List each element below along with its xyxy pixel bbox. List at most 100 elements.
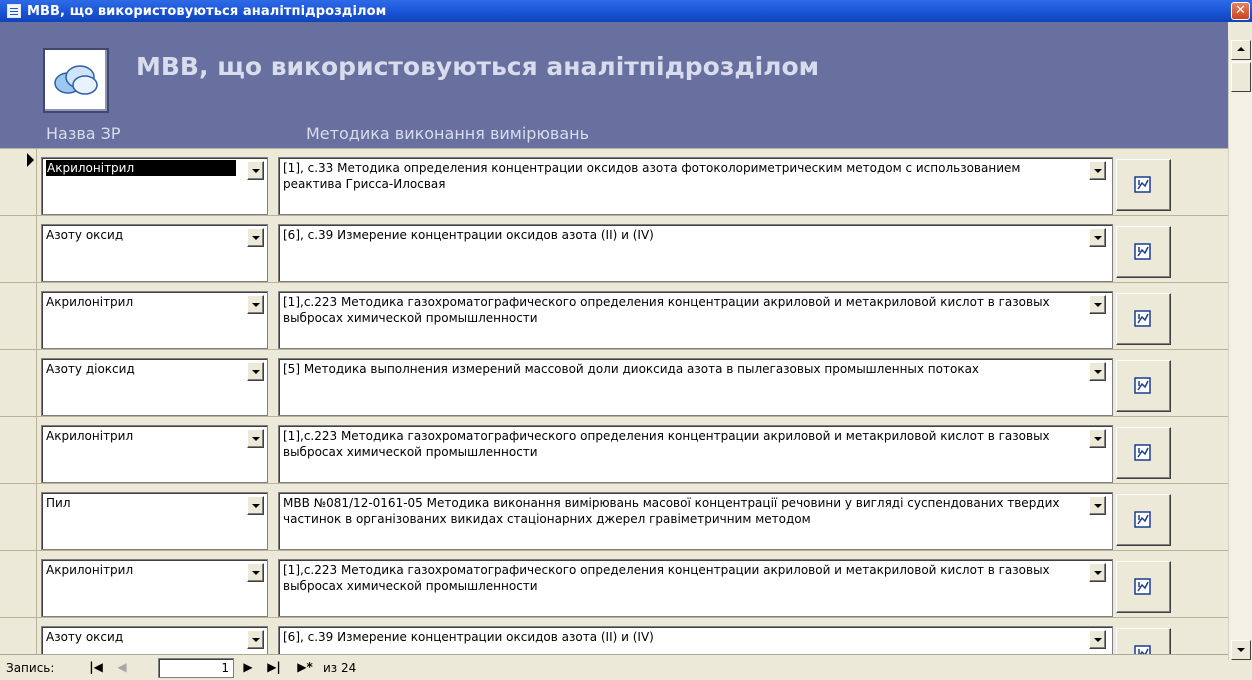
close-button[interactable]: ✕ <box>1231 2 1250 20</box>
new-record-button[interactable]: ▶* <box>292 658 318 678</box>
substance-combo[interactable]: Акрилонітрил <box>41 291 268 349</box>
report-icon <box>1134 578 1151 595</box>
column-header-method: Методика виконання вимірювань <box>306 124 590 143</box>
scroll-down-button[interactable] <box>1231 640 1251 660</box>
substance-value: Азоту діоксид <box>46 362 135 376</box>
open-report-button[interactable] <box>1116 226 1171 278</box>
record-row: Акрилонітрил [1],с.223 Методика газохром… <box>0 550 1228 617</box>
substance-dropdown-button[interactable] <box>247 295 264 314</box>
form-icon <box>7 4 21 18</box>
record-selector[interactable] <box>0 417 37 483</box>
record-count: из 24 <box>323 661 357 675</box>
form-title: МВВ, що використовуються аналітпідрозділ… <box>136 52 820 81</box>
method-value: [6], с.39 Измерение концентрации оксидов… <box>283 228 654 242</box>
report-icon <box>1134 243 1151 260</box>
open-report-button[interactable] <box>1116 427 1171 479</box>
record-selector[interactable] <box>0 149 37 215</box>
substance-dropdown-button[interactable] <box>247 563 264 582</box>
method-value: МВВ №081/12-0161-05 Методика виконання в… <box>283 496 1060 526</box>
previous-record-button[interactable]: ◀ <box>112 658 132 678</box>
method-combo[interactable]: [1],с.223 Методика газохроматографическо… <box>278 559 1113 617</box>
scroll-up-button[interactable] <box>1231 40 1251 60</box>
vertical-scrollbar[interactable] <box>1228 40 1252 660</box>
substance-value: Акрилонітрил <box>46 429 134 443</box>
method-combo[interactable]: [1], с.33 Методика определения концентра… <box>278 157 1113 215</box>
current-record-input[interactable]: 1 <box>158 658 234 678</box>
record-row: Акрилонітрил [1],с.223 Методика газохром… <box>0 282 1228 349</box>
open-report-button[interactable] <box>1116 628 1171 654</box>
open-report-button[interactable] <box>1116 159 1171 211</box>
substance-value: Пил <box>46 496 71 510</box>
method-value: [5] Методика выполнения измерений массов… <box>283 362 980 376</box>
open-report-button[interactable] <box>1116 561 1171 613</box>
record-selector[interactable] <box>0 484 37 550</box>
record-row: Азоту діоксид [5] Методика выполнения из… <box>0 349 1228 416</box>
scroll-thumb[interactable] <box>1231 62 1251 92</box>
record-row: Азоту оксид [6], с.39 Измерение концентр… <box>0 215 1228 282</box>
record-row: Акрилонітрил [1],с.223 Методика газохром… <box>0 416 1228 483</box>
record-selector[interactable] <box>0 350 37 416</box>
method-dropdown-button[interactable] <box>1089 429 1106 448</box>
substance-dropdown-button[interactable] <box>247 228 264 247</box>
method-combo[interactable]: [5] Методика выполнения измерений массов… <box>278 358 1113 416</box>
report-icon <box>1134 176 1151 193</box>
open-report-button[interactable] <box>1116 360 1171 412</box>
method-dropdown-button[interactable] <box>1089 161 1106 180</box>
method-value: [1],с.223 Методика газохроматографическо… <box>283 563 1050 593</box>
method-combo[interactable]: МВВ №081/12-0161-05 Методика виконання в… <box>278 492 1113 550</box>
substance-combo[interactable]: Азоту діоксид <box>41 358 268 416</box>
method-combo[interactable]: [6], с.39 Измерение концентрации оксидов… <box>278 626 1113 654</box>
record-selector[interactable] <box>0 618 37 654</box>
record-list: Акрилонітрил [1], с.33 Методика определе… <box>0 148 1228 654</box>
substance-combo[interactable]: Азоту оксид <box>41 224 268 282</box>
method-combo[interactable]: [6], с.39 Измерение концентрации оксидов… <box>278 224 1113 282</box>
substance-dropdown-button[interactable] <box>247 630 264 649</box>
navigator-label: Запись: <box>6 661 55 675</box>
title-bar: МВВ, що використовуються аналітпідрозділ… <box>0 0 1252 22</box>
substance-value: Акрилонітрил <box>46 295 134 309</box>
open-report-button[interactable] <box>1116 293 1171 345</box>
substance-dropdown-button[interactable] <box>247 429 264 448</box>
method-dropdown-button[interactable] <box>1089 228 1106 247</box>
method-value: [6], с.39 Измерение концентрации оксидов… <box>283 630 654 644</box>
current-record-arrow-icon <box>27 153 34 167</box>
form-header: МВВ, що використовуються аналітпідрозділ… <box>0 22 1228 148</box>
record-selector[interactable] <box>0 216 37 282</box>
substance-combo[interactable]: Акрилонітрил <box>41 559 268 617</box>
method-dropdown-button[interactable] <box>1089 295 1106 314</box>
substance-combo[interactable]: Акрилонітрил <box>41 157 268 215</box>
report-icon <box>1134 310 1151 327</box>
record-row: Пил МВВ №081/12-0161-05 Методика виконан… <box>0 483 1228 550</box>
cloud-icon <box>43 48 109 113</box>
substance-combo[interactable]: Азоту оксид <box>41 626 268 654</box>
first-record-button[interactable]: |◀ <box>86 658 106 678</box>
next-record-button[interactable]: ▶ <box>238 658 258 678</box>
substance-dropdown-button[interactable] <box>247 496 264 515</box>
method-value: [1],с.223 Методика газохроматографическо… <box>283 429 1050 459</box>
report-icon <box>1134 511 1151 528</box>
method-value: [1], с.33 Методика определения концентра… <box>283 161 1021 191</box>
open-report-button[interactable] <box>1116 494 1171 546</box>
record-selector[interactable] <box>0 551 37 617</box>
report-icon <box>1134 645 1151 654</box>
record-row: Азоту оксид [6], с.39 Измерение концентр… <box>0 617 1228 654</box>
substance-value: Азоту оксид <box>46 630 124 644</box>
last-record-button[interactable]: ▶| <box>264 658 284 678</box>
substance-combo[interactable]: Акрилонітрил <box>41 425 268 483</box>
report-icon <box>1134 377 1151 394</box>
method-dropdown-button[interactable] <box>1089 563 1106 582</box>
column-header-name: Назва ЗР <box>46 124 121 143</box>
method-dropdown-button[interactable] <box>1089 362 1106 381</box>
substance-dropdown-button[interactable] <box>247 362 264 381</box>
substance-dropdown-button[interactable] <box>247 161 264 180</box>
substance-combo[interactable]: Пил <box>41 492 268 550</box>
record-selector[interactable] <box>0 283 37 349</box>
method-dropdown-button[interactable] <box>1089 630 1106 649</box>
record-navigator: Запись: |◀ ◀ 1 ▶ ▶| ▶* из 24 <box>0 654 1228 680</box>
method-combo[interactable]: [1],с.223 Методика газохроматографическо… <box>278 291 1113 349</box>
substance-value: Азоту оксид <box>46 228 124 242</box>
method-dropdown-button[interactable] <box>1089 496 1106 515</box>
report-icon <box>1134 444 1151 461</box>
record-row: Акрилонітрил [1], с.33 Методика определе… <box>0 148 1228 215</box>
method-combo[interactable]: [1],с.223 Методика газохроматографическо… <box>278 425 1113 483</box>
